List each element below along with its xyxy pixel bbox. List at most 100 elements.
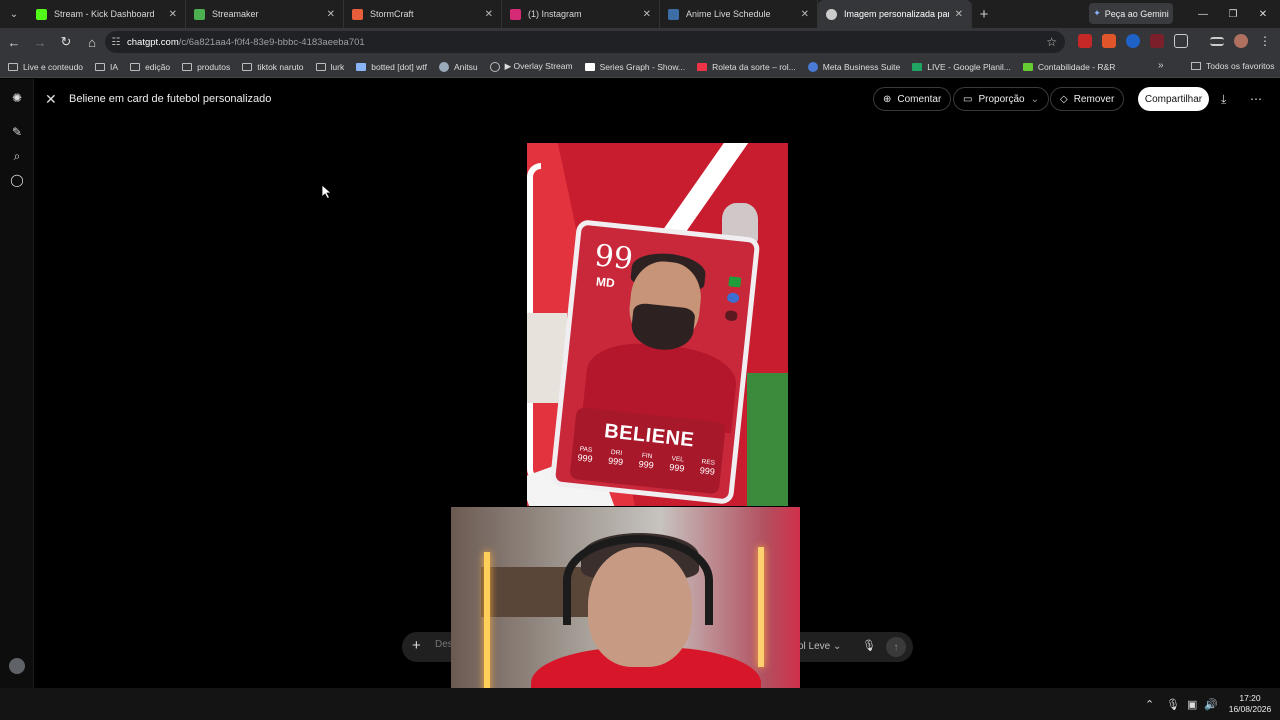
restore-button[interactable]: ❐: [1218, 0, 1248, 28]
home-icon[interactable]: ⌂: [80, 30, 104, 54]
folder-icon: [182, 62, 193, 71]
network-icon[interactable]: ▣: [1187, 698, 1197, 711]
download-icon[interactable]: ⤓: [1221, 92, 1226, 107]
card-position: MD: [595, 274, 616, 291]
tab-chatgpt-image[interactable]: Imagem personalizada para usu ✕: [818, 0, 972, 28]
proportion-dropdown[interactable]: ▭ Proporção ⌄: [953, 87, 1049, 111]
anime-schedule-icon: [668, 8, 679, 20]
site-info-icon[interactable]: ☷: [105, 37, 127, 48]
url-host: chatgpt.com: [127, 36, 179, 48]
bookmark-label: produtos: [197, 61, 231, 72]
bookmark-label: tiktok naruto: [257, 61, 304, 72]
bookmark-item[interactable]: produtos: [182, 62, 230, 72]
card-stat: PAS 999: [577, 445, 594, 464]
share-button[interactable]: Compartilhar: [1138, 87, 1209, 111]
minimize-button[interactable]: —: [1188, 0, 1218, 28]
image-viewer-header: ✕ Beliene em card de futebol personaliza…: [35, 79, 1280, 119]
more-bookmarks-icon[interactable]: »: [1158, 60, 1164, 71]
extension-fox-icon[interactable]: [1102, 34, 1116, 48]
tray-mic-icon[interactable]: 🎙: [1166, 698, 1180, 711]
gemini-icon: ✦: [1093, 8, 1101, 18]
close-tab-icon[interactable]: ✕: [169, 9, 177, 20]
reload-icon[interactable]: ↻: [54, 30, 78, 54]
bookmark-item[interactable]: Meta Business Suite: [807, 61, 900, 72]
tab-streamaker[interactable]: Streamaker ✕: [186, 0, 344, 28]
new-chat-icon[interactable]: ✎: [9, 124, 25, 140]
microphone-icon[interactable]: 🎙: [862, 639, 876, 652]
model-selector[interactable]: ol Leve ⌄: [798, 641, 841, 652]
bookmark-item[interactable]: Roleta da sorte – rol...: [697, 62, 796, 72]
url-path: /c/6a821aa4-f0f4-83e9-bbbc-4183aeeba701: [178, 36, 365, 48]
extension-red-icon[interactable]: [1150, 34, 1164, 48]
bookmark-item[interactable]: Live e conteudo: [8, 62, 83, 72]
remove-button[interactable]: ◇ Remover: [1050, 87, 1125, 111]
search-icon[interactable]: ⌕: [9, 148, 25, 164]
tab-title: StormCraft: [370, 9, 414, 19]
stat-value: 999: [638, 458, 655, 471]
all-bookmarks-button[interactable]: Todos os favoritos: [1191, 61, 1275, 71]
bookmark-item[interactable]: edição: [130, 62, 170, 72]
media-controls-icon[interactable]: [1210, 37, 1224, 46]
close-tab-icon[interactable]: ✕: [955, 9, 963, 20]
bookmark-item[interactable]: lurk: [315, 61, 345, 72]
close-tab-icon[interactable]: ✕: [485, 9, 493, 20]
browser-tab-strip: ⌄ Stream - Kick Dashboard ✕ Streamaker ✕…: [0, 0, 1280, 28]
stat-value: 999: [577, 452, 594, 464]
bookmark-label: Todos os favoritos: [1206, 61, 1275, 71]
openai-logo-icon[interactable]: ✺: [9, 90, 25, 106]
bookmark-label: LIVE - Google Planil...: [927, 61, 1011, 72]
tray-overflow-icon[interactable]: ⌃: [1145, 698, 1154, 711]
folder-icon: [95, 62, 106, 71]
taskbar-clock[interactable]: 17:20 16/08/2026: [1224, 693, 1276, 715]
bookmark-item[interactable]: ▶ Overlay Stream: [489, 61, 573, 72]
bookmark-item[interactable]: IA: [95, 62, 118, 72]
add-attachment-icon[interactable]: +: [412, 637, 421, 654]
close-icon[interactable]: ✕: [45, 91, 57, 108]
browser-menu-icon[interactable]: ⋮: [1259, 34, 1271, 48]
os-taskbar: ⌃ 🎙 ▣ 🔊 17:20 16/08/2026: [0, 688, 1280, 720]
comment-button[interactable]: ⊕ Comentar: [873, 87, 952, 111]
bookmark-star-icon[interactable]: ☆: [1046, 35, 1057, 49]
back-icon[interactable]: ←: [2, 30, 26, 54]
close-tab-icon[interactable]: ✕: [327, 9, 335, 20]
extension-blue-icon[interactable]: [1126, 34, 1140, 48]
volume-icon[interactable]: 🔊: [1204, 698, 1218, 711]
more-options-icon[interactable]: ⋯: [1250, 92, 1262, 106]
bookmark-label: lurk: [330, 61, 345, 72]
address-bar[interactable]: ☷ chatgpt.com /c/6a821aa4-f0f4-83e9-bbbc…: [105, 31, 1065, 53]
browser-toolbar: ← → ↻ ⌂ ☷ chatgpt.com /c/6a821aa4-f0f4-8…: [0, 28, 1280, 56]
send-button[interactable]: ↑: [886, 637, 906, 657]
ask-gemini-button[interactable]: ✦ Peça ao Gemini: [1089, 3, 1173, 24]
close-tab-icon[interactable]: ✕: [801, 9, 809, 20]
tab-instagram[interactable]: (1) Instagram ✕: [502, 0, 660, 28]
new-tab-button[interactable]: +: [972, 6, 996, 23]
tab-kick-dashboard[interactable]: Stream - Kick Dashboard ✕: [28, 0, 186, 28]
bookmark-item[interactable]: botted [dot] wtf: [356, 62, 427, 72]
profile-avatar-icon[interactable]: [1234, 34, 1248, 48]
bookmark-item[interactable]: Anitsu: [439, 61, 478, 72]
extension-youtube-icon[interactable]: [1078, 34, 1092, 48]
bookmark-label: Contabilidade - R&R: [1037, 61, 1116, 72]
instagram-icon: [510, 8, 521, 20]
chevron-down-icon: ⌄: [833, 641, 842, 652]
led-light-bar: [758, 547, 764, 667]
comment-plus-icon: ⊕: [883, 93, 892, 105]
tab-anime-live-schedule[interactable]: Anime Live Schedule ✕: [660, 0, 818, 28]
remove-label: Remover: [1073, 93, 1115, 105]
close-tab-icon[interactable]: ✕: [643, 9, 651, 20]
forward-icon[interactable]: →: [28, 30, 52, 54]
close-window-button[interactable]: ✕: [1248, 0, 1278, 28]
tab-search-icon[interactable]: ⌄: [0, 0, 28, 28]
tab-stormcraft[interactable]: StormCraft ✕: [344, 0, 502, 28]
chat-bubble-icon[interactable]: ◯: [9, 172, 25, 188]
user-avatar[interactable]: [9, 658, 25, 674]
generated-image[interactable]: 99 MD BELIENE PAS 999 DRI 999 FIN 999 VEL 99…: [527, 143, 788, 506]
tab-title: Anime Live Schedule: [686, 9, 771, 19]
folder-icon: [1191, 62, 1201, 70]
extensions-puzzle-icon[interactable]: [1174, 34, 1188, 48]
bookmark-item[interactable]: Contabilidade - R&R: [1022, 61, 1116, 72]
bookmark-item[interactable]: tiktok naruto: [242, 61, 304, 72]
bookmark-item[interactable]: LIVE - Google Planil...: [912, 62, 1011, 72]
brazil-flag-icon: [728, 276, 742, 288]
bookmark-item[interactable]: Series Graph - Show...: [584, 62, 685, 72]
